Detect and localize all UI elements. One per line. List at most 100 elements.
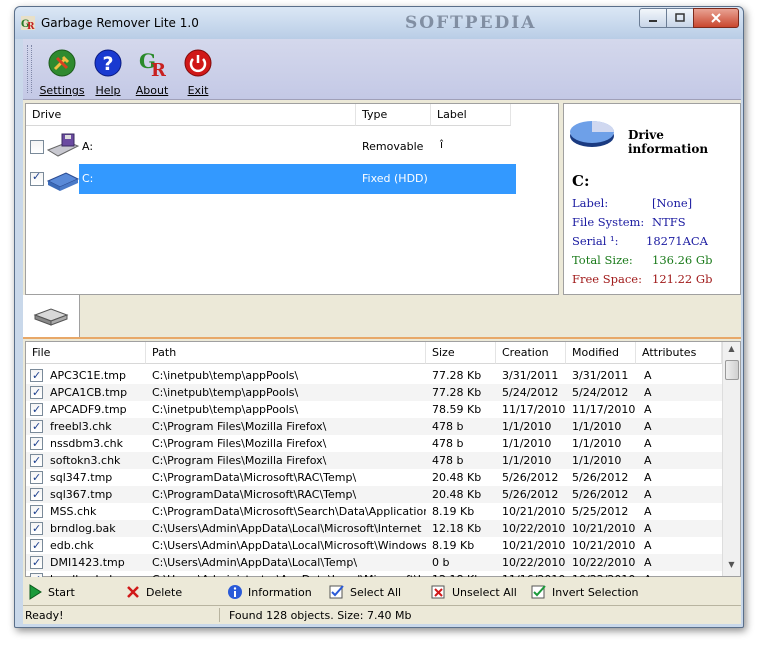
file-size-cell: 12.18 Kb <box>432 522 482 535</box>
file-creation-cell: 5/26/2012 <box>502 488 559 501</box>
file-checkbox[interactable] <box>30 537 43 554</box>
drive-row-c[interactable]: C: Fixed (HDD) <box>26 164 558 194</box>
scroll-down-icon[interactable]: ▼ <box>725 560 738 573</box>
file-path-cell: C:\Program Files\Mozilla Firefox\ <box>152 420 327 433</box>
column-header-path[interactable]: Path <box>146 342 426 364</box>
help-button[interactable]: ? Help <box>85 45 131 97</box>
drive-label-a: î <box>440 138 444 151</box>
toolbar: Settings ? Help G R About Exit <box>23 39 741 100</box>
file-checkbox[interactable] <box>30 367 43 384</box>
file-list[interactable]: File Path Size Creation Modified Attribu… <box>25 341 741 588</box>
hard-drive-icon <box>46 172 80 191</box>
help-label: Help <box>95 84 121 97</box>
file-checkbox[interactable] <box>30 435 43 452</box>
information-button[interactable]: Information <box>227 583 312 601</box>
file-row[interactable]: sql367.tmp C:\ProgramData\Microsoft\RAC\T… <box>26 486 722 503</box>
floppy-drive-icon <box>46 133 80 157</box>
select-all-icon <box>329 585 344 599</box>
file-row[interactable]: DMI1423.tmp C:\Users\Admin\AppData\Local\… <box>26 554 722 571</box>
file-checkbox[interactable] <box>30 401 43 418</box>
column-header-attributes[interactable]: Attributes <box>636 342 722 364</box>
file-row[interactable]: APCA1CB.tmp C:\inetpub\temp\appPools\ 77.2… <box>26 384 722 401</box>
about-button[interactable]: G R About <box>129 45 175 97</box>
file-row[interactable]: softokn3.chk C:\Program Files\Mozilla Fir… <box>26 452 722 469</box>
file-creation-cell: 5/26/2012 <box>502 471 559 484</box>
scroll-up-icon[interactable]: ▲ <box>725 344 738 357</box>
column-header-drive[interactable]: Drive <box>26 104 356 126</box>
file-size-cell: 478 b <box>432 437 464 450</box>
file-size-cell: 478 b <box>432 420 464 433</box>
file-path-cell: C:\Users\Admin\AppData\Local\Microsoft\W… <box>152 539 426 552</box>
drive-row-a[interactable]: A: Removable î <box>26 132 558 162</box>
file-row[interactable]: APCADF9.tmp C:\inetpub\temp\appPools\ 78.5… <box>26 401 722 418</box>
select-all-button[interactable]: Select All <box>329 583 401 601</box>
file-checkbox[interactable] <box>30 452 43 469</box>
column-header-file[interactable]: File <box>26 342 146 364</box>
file-name-cell: edb.chk <box>50 539 94 552</box>
file-row[interactable]: edb.chk C:\Users\Admin\AppData\Local\Micr… <box>26 537 722 554</box>
scroll-thumb[interactable] <box>725 360 739 380</box>
file-checkbox[interactable] <box>30 503 43 520</box>
delete-button[interactable]: Delete <box>125 583 182 601</box>
column-header-modified[interactable]: Modified <box>566 342 636 364</box>
status-summary: Found 128 objects. Size: 7.40 Mb <box>229 609 412 622</box>
file-size-cell: 77.28 Kb <box>432 369 482 382</box>
maximize-button[interactable] <box>666 8 694 28</box>
vertical-scrollbar[interactable]: ▲ ▼ <box>722 342 740 576</box>
toolbar-grip[interactable] <box>27 45 32 93</box>
close-button[interactable] <box>693 8 739 28</box>
drive-checkbox-c[interactable] <box>30 170 44 186</box>
file-creation-cell: 10/21/2010 <box>502 539 566 552</box>
file-size-cell: 20.48 Kb <box>432 488 482 501</box>
file-row[interactable]: freebl3.chk C:\Program Files\Mozilla Fire… <box>26 418 722 435</box>
file-row[interactable]: brndlog.bak C:\Users\Admin\AppData\Local\… <box>26 520 722 537</box>
file-checkbox[interactable] <box>30 384 43 401</box>
close-icon <box>711 13 721 23</box>
file-name-cell: APC3C1E.tmp <box>50 369 126 382</box>
settings-icon <box>48 49 76 77</box>
watermark: SOFTPEDIA <box>405 13 537 33</box>
file-checkbox[interactable] <box>30 554 43 571</box>
drive-checkbox-a[interactable] <box>30 140 44 154</box>
tab-drive[interactable] <box>23 295 80 337</box>
file-row[interactable]: nssdbm3.chk C:\Program Files\Mozilla Fire… <box>26 435 722 452</box>
file-checkbox[interactable] <box>30 469 43 486</box>
column-header-type[interactable]: Type <box>356 104 431 126</box>
svg-text:R: R <box>27 22 35 30</box>
column-header-size[interactable]: Size <box>426 342 496 364</box>
file-checkbox[interactable] <box>30 520 43 537</box>
file-row[interactable]: APC3C1E.tmp C:\inetpub\temp\appPools\ 77.2… <box>26 367 722 384</box>
window-title: Garbage Remover Lite 1.0 <box>41 16 199 30</box>
unselect-all-button[interactable]: Unselect All <box>431 583 517 601</box>
file-row[interactable]: sql347.tmp C:\ProgramData\Microsoft\RAC\T… <box>26 469 722 486</box>
information-label: Information <box>248 585 312 599</box>
drive-list[interactable]: Drive Type Label A: Removable î ✓ C: Fix… <box>25 103 559 295</box>
column-header-creation[interactable]: Creation <box>496 342 566 364</box>
file-attributes-cell: A <box>644 369 652 382</box>
unselect-all-label: Unselect All <box>452 585 517 599</box>
invert-selection-button[interactable]: Invert Selection <box>531 583 639 601</box>
minimize-button[interactable] <box>639 8 667 28</box>
column-header-label[interactable]: Label <box>431 104 511 126</box>
file-checkbox[interactable] <box>30 486 43 503</box>
file-creation-cell: 1/1/2010 <box>502 420 552 433</box>
info-label-key: Label: <box>572 196 609 210</box>
file-modified-cell: 1/1/2010 <box>572 437 622 450</box>
file-path-cell: C:\inetpub\temp\appPools\ <box>152 386 299 399</box>
file-row[interactable]: MSS.chk C:\ProgramData\Microsoft\Search\D… <box>26 503 722 520</box>
title-bar[interactable]: G R Garbage Remover Lite 1.0 SOFTPEDIA <box>15 7 743 39</box>
pie-chart-icon <box>570 121 614 147</box>
delete-label: Delete <box>146 585 183 599</box>
settings-button[interactable]: Settings <box>39 45 85 97</box>
file-path-cell: C:\Users\Admin\AppData\Local\Temp\ <box>152 556 358 569</box>
exit-button[interactable]: Exit <box>175 45 221 97</box>
file-size-cell: 78.59 Kb <box>432 403 482 416</box>
file-modified-cell: 3/31/2011 <box>572 369 629 382</box>
play-icon <box>29 584 42 600</box>
file-checkbox[interactable] <box>30 418 43 435</box>
file-modified-cell: 11/17/2010 <box>572 403 636 416</box>
file-modified-cell: 5/25/2012 <box>572 505 629 518</box>
start-button[interactable]: Start <box>27 583 75 601</box>
file-path-cell: C:\Program Files\Mozilla Firefox\ <box>152 454 327 467</box>
file-attributes-cell: A <box>644 386 652 399</box>
